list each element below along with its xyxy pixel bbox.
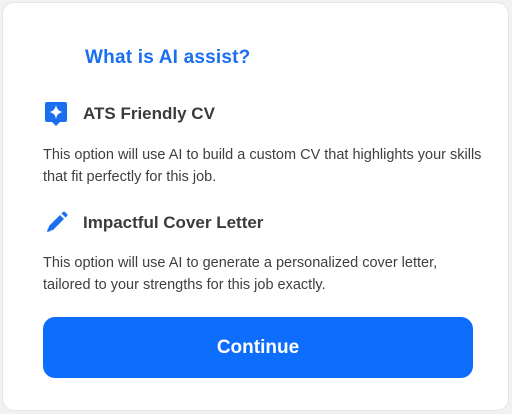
continue-button[interactable]: Continue (43, 317, 473, 378)
option-label: ATS Friendly CV (83, 104, 215, 123)
pencil-icon (43, 209, 69, 237)
option-cover-letter-header: Impactful Cover Letter (43, 209, 263, 237)
option-description: This option will use AI to build a custo… (43, 147, 482, 185)
ai-assist-dialog: What is AI assist? ATS Friendly CV This … (2, 2, 509, 411)
option-ats-cv-header: ATS Friendly CV (43, 100, 215, 128)
option-label: Impactful Cover Letter (83, 213, 264, 232)
sparkle-badge-icon (43, 100, 69, 128)
dialog-title: What is AI assist? (85, 47, 251, 68)
option-description: This option will use AI to generate a pe… (43, 255, 438, 293)
